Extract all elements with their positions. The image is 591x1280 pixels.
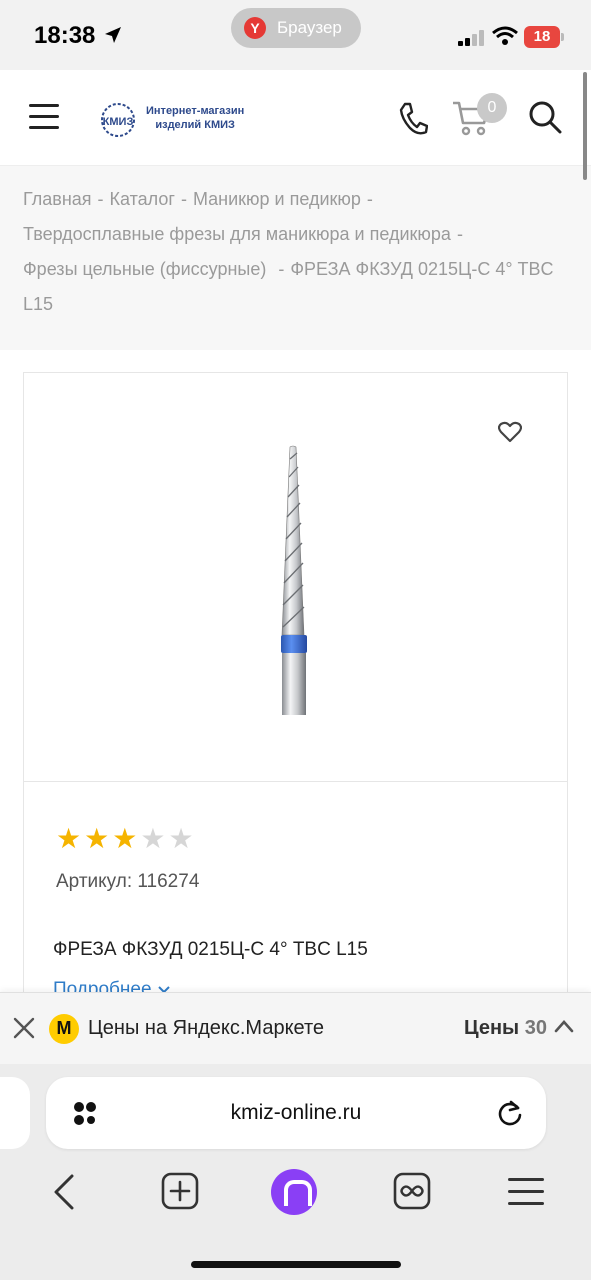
breadcrumb-separator: -	[97, 189, 104, 209]
logo-line-1: Интернет-магазин	[146, 105, 245, 117]
breadcrumb-separator: -	[366, 189, 373, 209]
close-icon[interactable]	[13, 1017, 35, 1039]
status-time: 18:38	[34, 22, 96, 49]
yandex-logo-icon: Y	[244, 17, 266, 39]
star-empty-icon[interactable]: ★	[168, 825, 193, 853]
breadcrumb-separator: -	[180, 189, 187, 209]
kmiz-logo-icon: КМИЗ	[101, 103, 135, 137]
product-rating: ★ ★ ★ ★ ★	[56, 825, 194, 853]
yandex-market-bar[interactable]: M Цены на Яндекс.Маркете Цены 30	[0, 992, 591, 1064]
breadcrumb-item-manicure[interactable]: Маникюр и педикюр	[193, 189, 361, 209]
breadcrumb-item-catalog[interactable]: Каталог	[110, 189, 175, 209]
address-bar[interactable]: kmiz-online.ru	[46, 1077, 546, 1149]
market-prices[interactable]: Цены 30	[464, 1017, 547, 1040]
cart-count-badge: 0	[477, 93, 507, 123]
breadcrumb-item-solid-burs[interactable]: Фрезы цельные (фиссурные)	[23, 259, 266, 279]
breadcrumb: Главная - Каталог - Маникюр и педикюр - Тверд…	[0, 166, 591, 350]
market-prices-count: 30	[524, 1017, 547, 1039]
menu-icon[interactable]	[29, 104, 59, 130]
product-sku: Артикул: 116274	[56, 871, 200, 892]
star-filled-icon[interactable]: ★	[56, 825, 81, 853]
new-tab-icon[interactable]	[161, 1172, 199, 1210]
breadcrumb-separator: -	[456, 224, 463, 244]
product-name: ФРЕЗА ФКЗУД 0215Ц-С 4° TBC L15	[53, 939, 368, 960]
tabs-icon[interactable]	[393, 1172, 431, 1210]
product-card: ★ ★ ★ ★ ★ Артикул: 116274 ФРЕЗА ФКЗУД 0215Ц-…	[23, 372, 568, 1012]
logo-text: Интернет-магазин изделий КМИЗ	[146, 104, 244, 132]
browser-toolbar: kmiz-online.ru	[0, 1064, 591, 1280]
previous-tab-card[interactable]	[0, 1077, 30, 1149]
site-logo[interactable]: КМИЗ Интернет-магазин изделий КМИЗ	[96, 96, 256, 140]
alice-assistant-icon[interactable]	[271, 1169, 317, 1215]
url-text: kmiz-online.ru	[230, 1101, 362, 1124]
market-logo-letter: M	[56, 1018, 72, 1038]
scrollbar[interactable]	[583, 72, 587, 180]
product-image	[281, 445, 307, 715]
logo-mark-text: КМИЗ	[103, 116, 134, 128]
yandex-market-logo-icon: M	[49, 1014, 79, 1044]
logo-line-2: изделий КМИЗ	[155, 119, 235, 131]
star-filled-icon[interactable]: ★	[84, 825, 109, 853]
market-prices-label: Цены	[464, 1017, 520, 1039]
market-bar-text: Цены на Яндекс.Маркете	[88, 1017, 325, 1039]
phone-icon[interactable]	[398, 102, 428, 136]
breadcrumb-item-home[interactable]: Главная	[23, 189, 92, 209]
heart-icon[interactable]	[498, 421, 522, 443]
breadcrumb-item-carbide-burs[interactable]: Твердосплавные фрезы для маникюра и педи…	[23, 224, 451, 244]
reload-icon[interactable]	[496, 1099, 524, 1127]
battery-icon: 18	[524, 26, 564, 48]
browser-pill[interactable]: Y Браузер	[231, 8, 361, 48]
home-indicator	[191, 1261, 401, 1268]
breadcrumb-separator: -	[278, 259, 285, 279]
star-filled-icon[interactable]: ★	[112, 825, 137, 853]
wifi-icon	[492, 26, 518, 45]
star-empty-icon[interactable]: ★	[140, 825, 165, 853]
product-image-area[interactable]	[24, 373, 567, 782]
chevron-up-icon[interactable]	[554, 1019, 574, 1033]
cellular-signal-icon	[458, 30, 484, 46]
location-arrow-icon	[105, 27, 121, 43]
status-bar: 18:38 Y Браузер 18	[0, 0, 591, 70]
browser-pill-label: Браузер	[277, 18, 342, 37]
search-icon[interactable]	[528, 100, 562, 134]
back-icon[interactable]	[52, 1174, 76, 1210]
browser-menu-icon[interactable]	[508, 1178, 544, 1214]
